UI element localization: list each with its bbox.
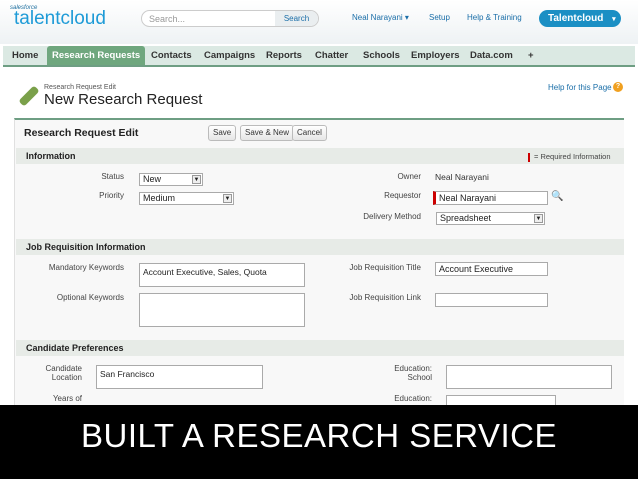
save-button[interactable]: Save xyxy=(208,125,237,141)
help-icon[interactable]: ? xyxy=(613,82,623,92)
help-training-link[interactable]: Help & Training xyxy=(467,13,522,22)
mandatory-keywords-label: Mandatory Keywords xyxy=(48,263,124,272)
education-school-input[interactable] xyxy=(446,365,612,389)
tab-home[interactable]: Home xyxy=(7,46,43,65)
candidate-location-input[interactable]: San Francisco xyxy=(96,365,263,389)
section-job-requisition: Job Requisition Information xyxy=(16,239,624,255)
job-link-input[interactable] xyxy=(435,293,548,307)
section-candidate-preferences: Candidate Preferences xyxy=(16,340,624,356)
mandatory-keywords-input[interactable]: Account Executive, Sales, Quota xyxy=(139,263,305,287)
owner-label: Owner xyxy=(397,172,421,181)
tab-contacts[interactable]: Contacts xyxy=(146,46,197,65)
tab-schools[interactable]: Schools xyxy=(358,46,405,65)
logo[interactable]: salesforce talentcloud xyxy=(10,5,106,30)
app-switcher[interactable]: Talentcloud ▾ xyxy=(539,10,621,27)
lookup-icon[interactable]: 🔍 xyxy=(551,191,563,202)
tab-datacom[interactable]: Data.com xyxy=(465,46,518,65)
delivery-method-select[interactable]: Spreadsheet ▼ xyxy=(436,212,545,225)
education-label: Education: xyxy=(394,394,432,403)
tab-add[interactable]: + xyxy=(523,46,539,65)
candidate-location-label: Candidate Location xyxy=(45,364,82,382)
cancel-button[interactable]: Cancel xyxy=(292,125,327,141)
breadcrumb: Research Request Edit xyxy=(44,84,116,91)
form-title: Research Request Edit xyxy=(24,127,139,139)
status-select[interactable]: New ▼ xyxy=(139,173,203,186)
optional-keywords-input[interactable] xyxy=(139,293,305,327)
tab-campaigns[interactable]: Campaigns xyxy=(199,46,260,65)
education-school-label: Education: School xyxy=(394,364,432,382)
job-title-label: Job Requisition Title xyxy=(349,263,421,272)
chevron-down-icon: ▾ xyxy=(612,16,616,23)
priority-label: Priority xyxy=(99,191,124,200)
tab-chatter[interactable]: Chatter xyxy=(310,46,353,65)
tab-bar: Home Research Requests Contacts Campaign… xyxy=(3,46,635,67)
job-title-input[interactable]: Account Executive xyxy=(435,262,548,276)
telescope-icon xyxy=(18,85,40,107)
search-input[interactable]: Search... xyxy=(149,14,185,24)
save-new-button[interactable]: Save & New xyxy=(240,125,295,141)
tab-reports[interactable]: Reports xyxy=(261,46,307,65)
help-page-link[interactable]: Help for this Page xyxy=(548,83,612,92)
dropdown-arrow-icon: ▼ xyxy=(534,214,543,223)
owner-value: Neal Narayani xyxy=(435,172,489,182)
job-link-label: Job Requisition Link xyxy=(349,293,421,302)
setup-link[interactable]: Setup xyxy=(429,13,450,22)
caption-text: BUILT A RESEARCH SERVICE xyxy=(81,417,557,454)
requestor-label: Requestor xyxy=(384,191,421,200)
user-menu[interactable]: Neal Narayani ▾ xyxy=(352,13,409,22)
status-label: Status xyxy=(101,172,124,181)
delivery-method-label: Delivery Method xyxy=(363,212,421,221)
tab-employers[interactable]: Employers xyxy=(406,46,465,65)
optional-keywords-label: Optional Keywords xyxy=(56,293,124,302)
required-legend: = Required Information xyxy=(528,152,611,162)
search-box[interactable]: Search... Search xyxy=(141,10,319,27)
years-label: Years of xyxy=(52,394,82,403)
priority-select[interactable]: Medium ▼ xyxy=(139,192,234,205)
requestor-input[interactable]: Neal Narayani xyxy=(433,191,548,205)
search-button[interactable]: Search xyxy=(275,11,318,26)
dropdown-arrow-icon: ▼ xyxy=(192,175,201,184)
caption-banner: BUILT A RESEARCH SERVICE xyxy=(0,405,638,479)
dropdown-arrow-icon: ▼ xyxy=(223,194,232,203)
required-marker xyxy=(528,152,530,162)
page-title: New Research Request xyxy=(44,91,203,108)
tab-research-requests[interactable]: Research Requests xyxy=(47,46,146,65)
